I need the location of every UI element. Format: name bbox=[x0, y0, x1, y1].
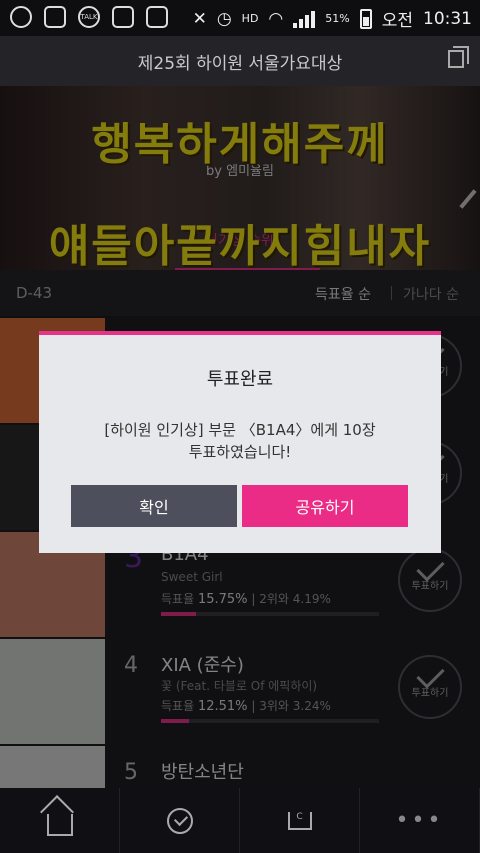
nav-more[interactable]: ••• bbox=[360, 788, 480, 853]
check-circle-icon bbox=[166, 807, 193, 834]
confirm-button[interactable]: 확인 bbox=[71, 485, 237, 527]
instagram-icon bbox=[44, 6, 66, 28]
dialog-title: 투표완료 bbox=[206, 369, 274, 390]
nav-cart[interactable]: C bbox=[240, 788, 360, 853]
more-icon: ••• bbox=[395, 808, 444, 833]
page-title: 제25회 하이원 서울가요대상 bbox=[137, 53, 343, 74]
vote-complete-dialog: 투표완료 [하이원 인기상] 부문 〈B1A4〉에게 10장 투표하였습니다! … bbox=[39, 331, 441, 553]
kakaotalk-icon: TALK bbox=[78, 6, 100, 28]
app-header: 제25회 하이원 서울가요대상 bbox=[0, 36, 480, 86]
system-status: ✕ ◷ HD ◠ 51% 오전 10:31 bbox=[193, 6, 472, 31]
share-button[interactable]: 공유하기 bbox=[242, 485, 408, 527]
alarm-icon: ◷ bbox=[216, 8, 232, 29]
battery-icon bbox=[359, 8, 372, 29]
wifi-icon: ◠ bbox=[268, 8, 284, 29]
hd-icon: HD bbox=[241, 12, 259, 25]
clock: 10:31 bbox=[423, 8, 472, 29]
notification-icons: TALK bbox=[10, 6, 168, 28]
cart-icon: C bbox=[287, 811, 312, 830]
nav-vote[interactable] bbox=[120, 788, 240, 853]
dialog-message-line2: 투표하였습니다! bbox=[188, 443, 292, 461]
signal-icon bbox=[293, 10, 316, 28]
dialog-message: [하이원 인기상] 부문 〈B1A4〉에게 10장 bbox=[104, 421, 376, 439]
home-icon bbox=[46, 813, 73, 836]
status-bar: TALK ✕ ◷ HD ◠ 51% 오전 10:31 bbox=[0, 0, 480, 36]
nav-home[interactable] bbox=[0, 788, 120, 853]
time-prefix: 오전 bbox=[381, 11, 413, 31]
mute-icon: ✕ bbox=[192, 8, 207, 29]
app-notification-icon bbox=[10, 6, 32, 28]
battery-percent: 51% bbox=[325, 12, 350, 25]
bottom-nav: C ••• bbox=[0, 788, 480, 853]
popup-app-icon bbox=[112, 6, 134, 28]
copy-icon[interactable] bbox=[448, 46, 469, 68]
pencil-notification-icon bbox=[146, 6, 168, 28]
